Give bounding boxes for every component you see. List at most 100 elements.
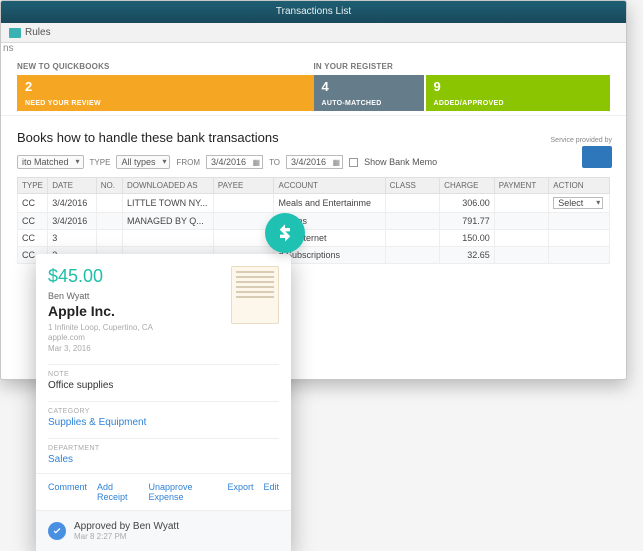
cell-no (96, 230, 122, 247)
note-label: NOTE (48, 364, 279, 378)
status-auto-matched[interactable]: 4 AUTO-MATCHED (314, 75, 424, 111)
truncated-text-left: ns (1, 43, 626, 54)
addr-line3: Mar 3, 2016 (48, 344, 279, 354)
cell-type: CC (18, 213, 48, 230)
addr-line1: 1 Infinite Loop, Cupertino, CA (48, 323, 279, 333)
status-auto-count: 4 (322, 79, 416, 94)
cell-payee (213, 194, 274, 213)
table-row[interactable]: CC 3/4/2016 LITTLE TOWN NY... Meals and … (18, 194, 610, 213)
cell-class (385, 194, 440, 213)
table-header-row: TYPE DATE NO. DOWNLOADED AS PAYEE ACCOUN… (18, 178, 610, 194)
calendar-icon[interactable]: ▦ (333, 158, 341, 167)
service-provided-by: Service provided by (551, 137, 612, 168)
note-value: Office supplies (48, 380, 279, 391)
cell-type: CC (18, 230, 48, 247)
rules-icon (9, 28, 21, 38)
cell-class (385, 247, 440, 264)
status-filter-dropdown[interactable]: ito Matched (17, 155, 84, 169)
instruction-text: Books how to handle these bank transacti… (17, 130, 610, 145)
category-label: CATEGORY (48, 401, 279, 415)
cell-date: 3/4/2016 (48, 194, 96, 213)
expense-address: 1 Infinite Loop, Cupertino, CA apple.com… (48, 323, 279, 354)
col-action[interactable]: ACTION (549, 178, 610, 194)
col-account[interactable]: ACCOUNT (274, 178, 385, 194)
status-added-count: 9 (434, 79, 603, 94)
service-label: Service provided by (551, 137, 612, 144)
col-class[interactable]: CLASS (385, 178, 440, 194)
col-payment[interactable]: PAYMENT (494, 178, 549, 194)
cell-type: CC (18, 194, 48, 213)
cell-date: 3 (48, 230, 96, 247)
cell-downloaded: LITTLE TOWN NY... (122, 194, 213, 213)
approval-footer: Approved by Ben Wyatt Mar 8 2:27 PM (36, 510, 291, 551)
status-auto-label: AUTO-MATCHED (322, 100, 416, 107)
filter-row: ito Matched TYPE All types FROM 3/4/2016… (17, 155, 610, 169)
to-date-input[interactable]: 3/4/2016 ▦ (286, 155, 343, 169)
type-filter-dropdown[interactable]: All types (116, 155, 170, 169)
cell-charge: 32.65 (440, 247, 495, 264)
cell-no (96, 194, 122, 213)
filter-area: Books how to handle these bank transacti… (1, 116, 626, 268)
cell-action: Select (549, 194, 610, 213)
export-link[interactable]: Export (227, 482, 253, 502)
col-charge[interactable]: CHARGE (440, 178, 495, 194)
status-need-review-count: 2 (25, 79, 306, 94)
status-need-review-label: NEED YOUR REVIEW (25, 100, 306, 107)
approved-by-text: Approved by Ben Wyatt (74, 521, 179, 532)
to-date-value: 3/4/2016 (291, 157, 326, 167)
table-row[interactable]: CC 3/4/2016 MANAGED BY Q... upplies 791.… (18, 213, 610, 230)
amex-logo-icon (582, 146, 612, 168)
status-added-approved[interactable]: 9 ADDED/APPROVED (426, 75, 611, 111)
col-type[interactable]: TYPE (18, 178, 48, 194)
cell-payment (494, 194, 549, 213)
add-receipt-link[interactable]: Add Receipt (97, 482, 138, 502)
window-title: Transactions List (1, 1, 626, 23)
addr-line2: apple.com (48, 333, 279, 343)
card-action-links: Comment Add Receipt Unapprove Expense Ex… (36, 473, 291, 510)
to-label: TO (269, 158, 280, 167)
cell-action (549, 230, 610, 247)
rules-bar[interactable]: Rules (1, 23, 626, 43)
status-need-review[interactable]: 2 NEED YOUR REVIEW (17, 75, 314, 111)
cell-action (549, 247, 610, 264)
edit-link[interactable]: Edit (263, 482, 279, 502)
category-value[interactable]: Supplies & Equipment (48, 417, 279, 428)
cell-payment (494, 247, 549, 264)
col-payee[interactable]: PAYEE (213, 178, 274, 194)
approved-time: Mar 8 2:27 PM (74, 532, 179, 541)
cell-action (549, 213, 610, 230)
show-memo-label: Show Bank Memo (364, 157, 437, 167)
rules-label: Rules (25, 27, 51, 38)
cell-charge: 306.00 (440, 194, 495, 213)
cell-account: Meals and Entertainme (274, 194, 385, 213)
col-downloaded[interactable]: DOWNLOADED AS (122, 178, 213, 194)
receipt-thumbnail[interactable] (231, 266, 279, 324)
status-summary: NEW TO QUICKBOOKS 2 NEED YOUR REVIEW IN … (1, 54, 626, 116)
show-memo-checkbox[interactable] (349, 158, 358, 167)
status-new-label: NEW TO QUICKBOOKS (17, 62, 314, 71)
unapprove-link[interactable]: Unapprove Expense (148, 482, 217, 502)
table-row[interactable]: CC 3 and Internet 150.00 (18, 230, 610, 247)
cell-charge: 791.77 (440, 213, 495, 230)
cell-no (96, 213, 122, 230)
col-date[interactable]: DATE (48, 178, 96, 194)
from-label: FROM (176, 158, 200, 167)
cell-class (385, 230, 440, 247)
comment-link[interactable]: Comment (48, 482, 87, 502)
col-no[interactable]: NO. (96, 178, 122, 194)
cell-payment (494, 213, 549, 230)
cell-downloaded: MANAGED BY Q... (122, 213, 213, 230)
department-value[interactable]: Sales (48, 454, 279, 465)
from-date-input[interactable]: 3/4/2016 ▦ (206, 155, 263, 169)
cell-payment (494, 230, 549, 247)
department-label: DEPARTMENT (48, 438, 279, 452)
status-register-label: IN YOUR REGISTER (314, 62, 611, 71)
from-date-value: 3/4/2016 (211, 157, 246, 167)
transactions-table: TYPE DATE NO. DOWNLOADED AS PAYEE ACCOUN… (17, 177, 610, 264)
type-label: TYPE (90, 158, 111, 167)
cell-downloaded (122, 230, 213, 247)
cell-class (385, 213, 440, 230)
sync-swap-icon (265, 213, 305, 253)
calendar-icon[interactable]: ▦ (253, 158, 261, 167)
action-dropdown[interactable]: Select (553, 197, 603, 209)
